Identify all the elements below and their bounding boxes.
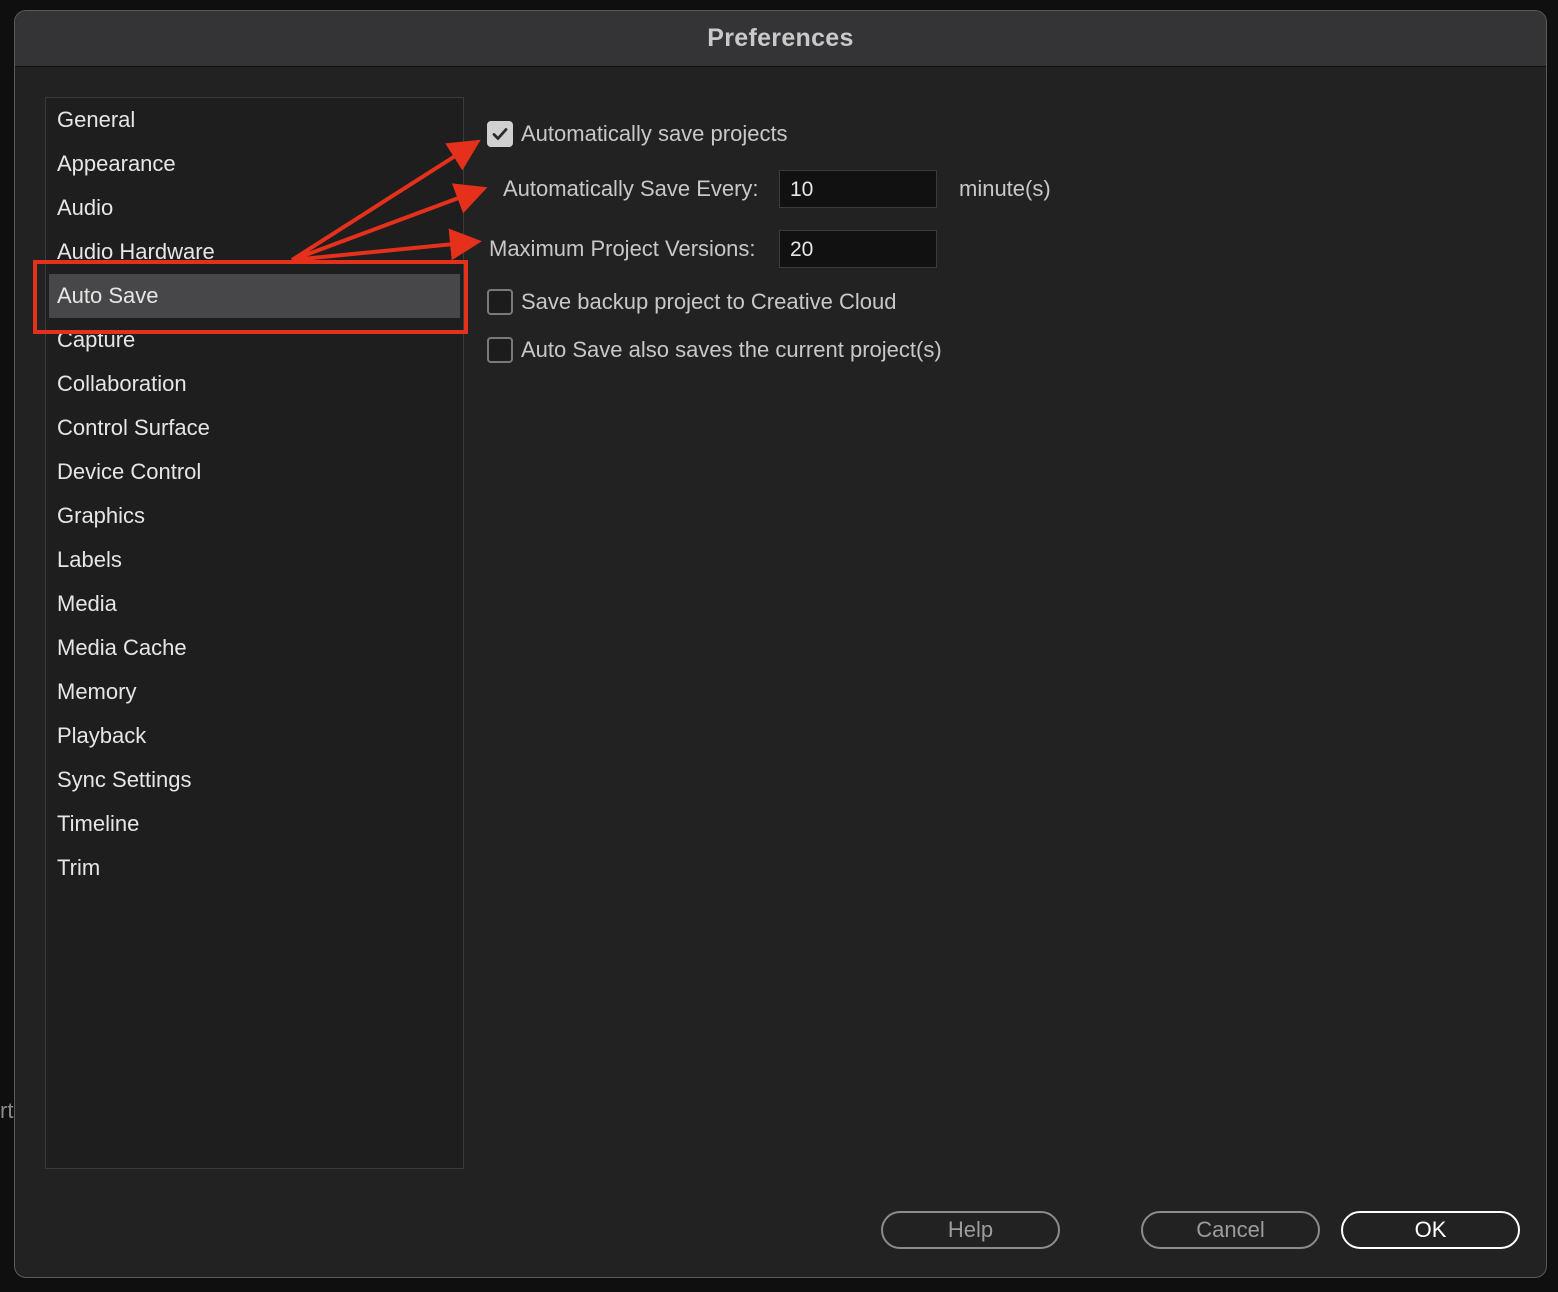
sidebar-item-sync-settings[interactable]: Sync Settings xyxy=(49,758,460,802)
backup-creative-cloud-checkbox[interactable] xyxy=(487,289,513,315)
checkmark-icon xyxy=(492,128,508,140)
sidebar-item-general[interactable]: General xyxy=(49,98,460,142)
sidebar-item-labels[interactable]: Labels xyxy=(49,538,460,582)
background-edge-text: rt xyxy=(0,1098,14,1123)
sidebar-item-capture[interactable]: Capture xyxy=(49,318,460,362)
sidebar-item-control-surface[interactable]: Control Surface xyxy=(49,406,460,450)
save-every-input[interactable]: 10 xyxy=(779,170,937,208)
save-current-project-label: Auto Save also saves the current project… xyxy=(521,337,942,362)
sidebar-item-media-cache[interactable]: Media Cache xyxy=(49,626,460,670)
save-every-label: Automatically Save Every: xyxy=(503,176,759,201)
sidebar-item-auto-save[interactable]: Auto Save xyxy=(49,274,460,318)
max-versions-input[interactable]: 20 xyxy=(779,230,937,268)
sidebar-item-playback[interactable]: Playback xyxy=(49,714,460,758)
auto-save-projects-option[interactable]: Automatically save projects xyxy=(487,118,788,150)
sidebar-item-collaboration[interactable]: Collaboration xyxy=(49,362,460,406)
help-button[interactable]: Help xyxy=(881,1211,1060,1249)
sidebar-item-device-control[interactable]: Device Control xyxy=(49,450,460,494)
save-current-project-option[interactable]: Auto Save also saves the current project… xyxy=(487,334,942,366)
sidebar-item-memory[interactable]: Memory xyxy=(49,670,460,714)
save-every-unit: minute(s) xyxy=(959,176,1051,201)
sidebar-item-trim[interactable]: Trim xyxy=(49,846,460,890)
dialog-titlebar[interactable]: Preferences xyxy=(15,11,1546,67)
save-current-project-checkbox[interactable] xyxy=(487,337,513,363)
sidebar-item-media[interactable]: Media xyxy=(49,582,460,626)
sidebar-item-audio[interactable]: Audio xyxy=(49,186,460,230)
preferences-dialog: Preferences General Appearance Audio Aud… xyxy=(14,10,1547,1278)
sidebar-item-appearance[interactable]: Appearance xyxy=(49,142,460,186)
app-screen: rt Preferences General Appearance Audio … xyxy=(0,0,1558,1292)
auto-save-projects-label: Automatically save projects xyxy=(521,121,788,146)
dialog-title: Preferences xyxy=(707,24,854,52)
sidebar-item-timeline[interactable]: Timeline xyxy=(49,802,460,846)
ok-button[interactable]: OK xyxy=(1341,1211,1520,1249)
sidebar-item-graphics[interactable]: Graphics xyxy=(49,494,460,538)
backup-creative-cloud-label: Save backup project to Creative Cloud xyxy=(521,289,897,314)
sidebar-item-audio-hardware[interactable]: Audio Hardware xyxy=(49,230,460,274)
category-list: General Appearance Audio Audio Hardware … xyxy=(45,97,464,1169)
backup-creative-cloud-option[interactable]: Save backup project to Creative Cloud xyxy=(487,286,896,318)
max-versions-label: Maximum Project Versions: xyxy=(489,236,756,261)
auto-save-projects-checkbox[interactable] xyxy=(487,121,513,147)
cancel-button[interactable]: Cancel xyxy=(1141,1211,1320,1249)
